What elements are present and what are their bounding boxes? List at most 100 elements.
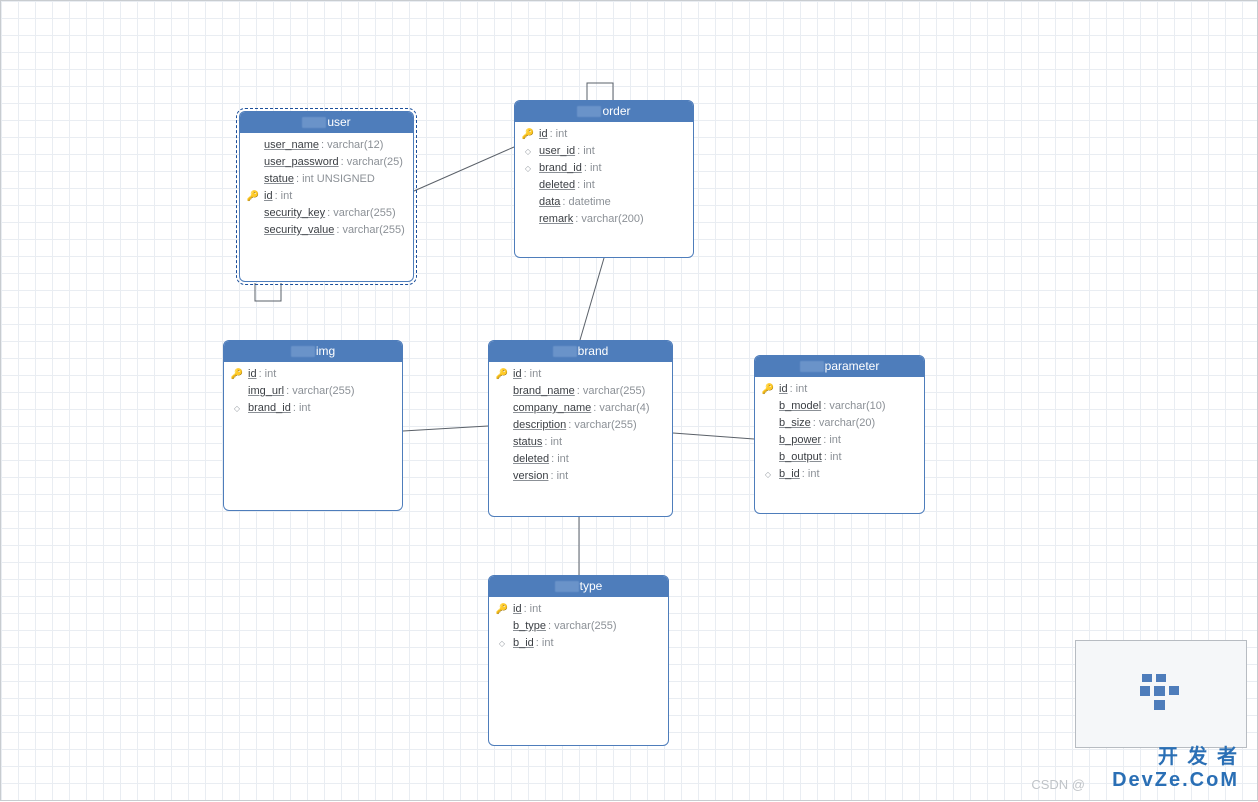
field-type: : int	[551, 452, 569, 467]
field-row[interactable]: remark: varchar(200)	[515, 211, 693, 228]
fields-list: 🔑id: int◇user_id: int◇brand_id: intdelet…	[515, 122, 693, 234]
field-row[interactable]: 🔑 id: int	[489, 366, 672, 383]
field-type: : int	[824, 450, 842, 465]
field-type: : int	[293, 401, 311, 416]
entity-header[interactable]: brand	[489, 341, 672, 362]
diamond-icon: ◇	[495, 636, 509, 651]
field-row[interactable]: security_value: varchar(255)	[240, 222, 413, 239]
field-type: : int	[259, 367, 277, 382]
field-row[interactable]: b_output: int	[755, 449, 924, 466]
key-icon: 🔑	[246, 189, 260, 204]
fields-list: 🔑id: intb_type: varchar(255)◇b_id: int	[489, 597, 668, 658]
key-icon: 🔑	[230, 367, 244, 382]
field-type: : varchar(255)	[286, 384, 354, 399]
field-row[interactable]: 🔑id: int	[755, 381, 924, 398]
field-name: b_id	[779, 467, 800, 482]
entity-parameter[interactable]: parameter 🔑id: intb_model: varchar(10)b_s…	[754, 355, 925, 514]
field-row[interactable]: ◇b_id: int	[489, 635, 668, 652]
field-name: brand_id	[539, 161, 582, 176]
field-name: brand_id	[248, 401, 291, 416]
field-type: : varchar(4)	[593, 401, 649, 416]
field-row[interactable]: company_name: varchar(4)	[489, 400, 672, 417]
field-type: : varchar(255)	[568, 418, 636, 433]
field-name: data	[539, 195, 560, 210]
field-name: security_key	[264, 206, 325, 221]
entity-header[interactable]: parameter	[755, 356, 924, 377]
field-name: status	[513, 435, 542, 450]
field-name: user_id	[539, 144, 575, 159]
field-row[interactable]: ◇brand_id: int	[224, 400, 402, 417]
field-row[interactable]: user_password: varchar(25)	[240, 154, 413, 171]
diagram-canvas[interactable]: user user_name: varchar(12)user_password:…	[0, 0, 1258, 801]
diamond-icon: ◇	[521, 161, 535, 176]
field-type: : int	[550, 469, 568, 484]
field-name: id	[779, 382, 788, 397]
csdn-watermark: CSDN @	[1031, 777, 1085, 792]
entity-title: parameter	[825, 359, 880, 373]
field-name: version	[513, 469, 548, 484]
field-row[interactable]: statue: int UNSIGNED	[240, 171, 413, 188]
field-name: deleted	[513, 452, 549, 467]
prefix-blur	[302, 117, 326, 128]
field-name: security_value	[264, 223, 334, 238]
field-type: : int	[524, 367, 542, 382]
field-name: b_model	[779, 399, 821, 414]
diamond-icon: ◇	[761, 467, 775, 482]
field-row[interactable]: security_key: varchar(255)	[240, 205, 413, 222]
field-name: user_password	[264, 155, 339, 170]
field-row[interactable]: brand_name: varchar(255)	[489, 383, 672, 400]
field-type: : varchar(255)	[577, 384, 645, 399]
field-row[interactable]: status: int	[489, 434, 672, 451]
field-type: : int	[802, 467, 820, 482]
entity-header[interactable]: img	[224, 341, 402, 362]
field-row[interactable]: b_model: varchar(10)	[755, 398, 924, 415]
entity-header[interactable]: order	[515, 101, 693, 122]
prefix-blur	[555, 581, 579, 592]
field-type: : varchar(255)	[548, 619, 616, 634]
field-row[interactable]: deleted: int	[489, 451, 672, 468]
field-type: : int	[550, 127, 568, 142]
entity-img[interactable]: img 🔑id: intimg_url: varchar(255)◇brand_i…	[223, 340, 403, 511]
prefix-blur	[577, 106, 601, 117]
field-type: : int	[524, 602, 542, 617]
field-row[interactable]: 🔑id: int	[224, 366, 402, 383]
field-name: b_output	[779, 450, 822, 465]
field-name: statue	[264, 172, 294, 187]
prefix-blur	[800, 361, 824, 372]
entity-title: user	[327, 115, 350, 129]
entity-title: order	[602, 104, 630, 118]
field-name: id	[513, 367, 522, 382]
field-row[interactable]: b_type: varchar(255)	[489, 618, 668, 635]
field-row[interactable]: ◇user_id: int	[515, 143, 693, 160]
field-name: b_type	[513, 619, 546, 634]
field-row[interactable]: version: int	[489, 468, 672, 485]
footer-brand: 开 发 者 DevZe.CoM	[1112, 740, 1239, 792]
field-row[interactable]: 🔑id: int	[515, 126, 693, 143]
field-name: b_id	[513, 636, 534, 651]
brand-en: DevZe.CoM	[1112, 769, 1239, 792]
prefix-blur	[553, 346, 577, 357]
entity-header[interactable]: user	[240, 112, 413, 133]
field-name: remark	[539, 212, 573, 227]
field-row[interactable]: img_url: varchar(255)	[224, 383, 402, 400]
entity-order[interactable]: order🔑id: int◇user_id: int◇brand_id: int…	[514, 100, 694, 258]
field-type: : int	[275, 189, 293, 204]
key-icon: 🔑	[495, 367, 509, 382]
field-name: company_name	[513, 401, 591, 416]
field-row[interactable]: deleted: int	[515, 177, 693, 194]
field-row[interactable]: ◇ brand_id: int	[515, 160, 693, 177]
entity-user[interactable]: user user_name: varchar(12)user_password:…	[239, 111, 414, 282]
minimap[interactable]	[1075, 640, 1247, 748]
field-type: : int	[584, 161, 602, 176]
field-row[interactable]: user_name: varchar(12)	[240, 137, 413, 154]
field-row[interactable]: b_size: varchar(20)	[755, 415, 924, 432]
field-row[interactable]: 🔑id: int	[489, 601, 668, 618]
entity-header[interactable]: type	[489, 576, 668, 597]
entity-type[interactable]: type🔑id: intb_type: varchar(255)◇b_id: i…	[488, 575, 669, 746]
field-row[interactable]: description: varchar(255)	[489, 417, 672, 434]
field-row[interactable]: data: datetime	[515, 194, 693, 211]
field-row[interactable]: b_power: int	[755, 432, 924, 449]
field-row[interactable]: ◇ b_id: int	[755, 466, 924, 483]
entity-brand[interactable]: brand🔑id: intbrand_name: varchar(255)com…	[488, 340, 673, 517]
field-row[interactable]: 🔑id: int	[240, 188, 413, 205]
